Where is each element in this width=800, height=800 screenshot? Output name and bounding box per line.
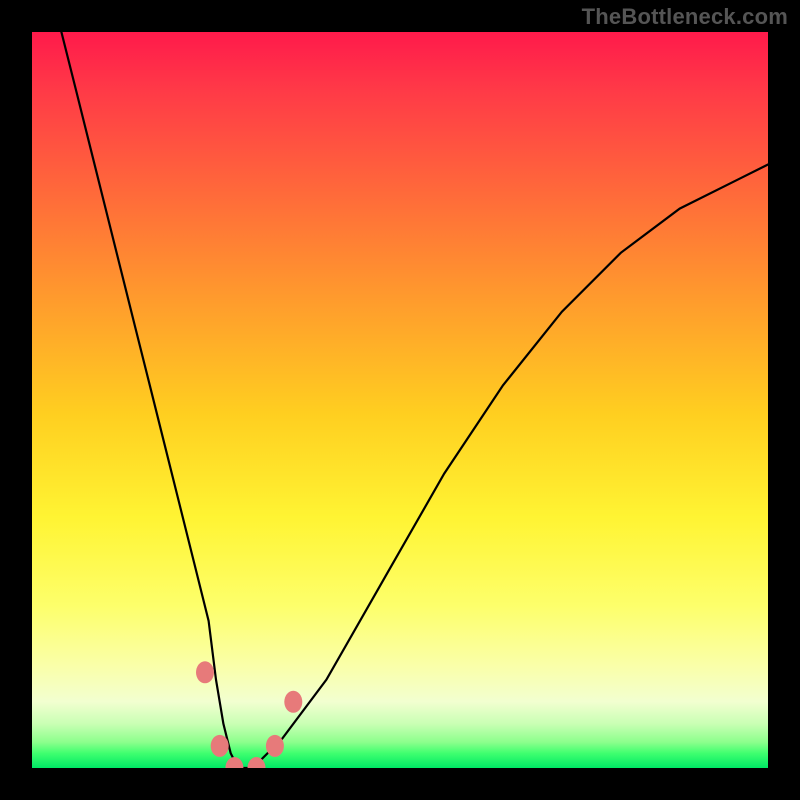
chart-svg [32, 32, 768, 768]
right-upper-dot [284, 691, 302, 713]
right-lower-dot [266, 735, 284, 757]
chart-stage: TheBottleneck.com [0, 0, 800, 800]
marker-group [196, 661, 302, 768]
left-lower-dot [211, 735, 229, 757]
left-upper-dot [196, 661, 214, 683]
bottleneck-curve-path [61, 32, 768, 768]
center-dot-1 [225, 757, 243, 768]
attribution-text: TheBottleneck.com [582, 4, 788, 30]
chart-plot-area [32, 32, 768, 768]
